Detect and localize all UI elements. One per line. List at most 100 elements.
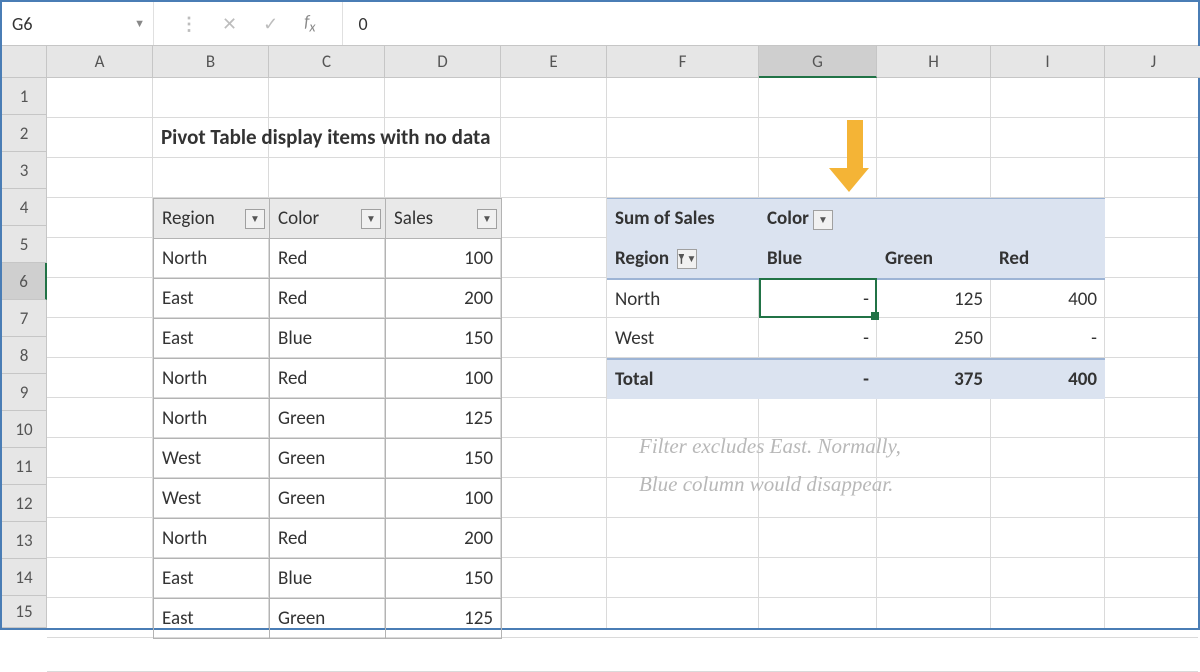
name-box[interactable]: G6 ▼ xyxy=(2,2,154,45)
cell-grid[interactable]: Pivot Table display items with no data R… xyxy=(47,78,1198,628)
table-cell[interactable]: Red xyxy=(270,239,386,279)
select-all-corner[interactable] xyxy=(2,46,47,78)
pivot-subheader-row: Region ▼ Blue Green Red xyxy=(607,239,1105,279)
pivot-total-row: Total - 375 400 xyxy=(607,359,1105,399)
table-row: NorthGreen125 xyxy=(154,399,502,439)
row-header-3[interactable]: 3 xyxy=(2,152,47,189)
pivot-value-label: Sum of Sales xyxy=(607,199,759,239)
table-cell[interactable]: Green xyxy=(270,599,386,639)
row-header-8[interactable]: 8 xyxy=(2,337,47,374)
chevron-down-icon[interactable]: ▼ xyxy=(134,17,145,30)
formula-value: 0 xyxy=(359,13,368,35)
table-cell[interactable]: Red xyxy=(270,519,386,559)
filter-dropdown-icon[interactable]: ▼ xyxy=(477,209,497,229)
name-box-value: G6 xyxy=(12,13,32,35)
table-cell[interactable]: 150 xyxy=(386,559,502,599)
row-header-12[interactable]: 12 xyxy=(2,485,47,522)
table-cell[interactable]: East xyxy=(154,559,270,599)
table-cell[interactable]: North xyxy=(154,399,270,439)
table-cell[interactable]: 100 xyxy=(386,479,502,519)
pivot-value: - xyxy=(759,319,877,359)
table-row: EastRed200 xyxy=(154,279,502,319)
row-header-9[interactable]: 9 xyxy=(2,374,47,411)
fx-icon[interactable]: fx xyxy=(304,11,315,35)
filter-dropdown-icon[interactable]: ▼ xyxy=(361,209,381,229)
table-cell[interactable]: Blue xyxy=(270,559,386,599)
row-header-13[interactable]: 13 xyxy=(2,522,47,559)
col-header-E[interactable]: E xyxy=(501,46,607,78)
chevron-down-icon[interactable]: ▼ xyxy=(813,210,833,230)
pivot-header-row: Sum of Sales Color▼ xyxy=(607,199,1105,239)
pivot-row: North - 125 400 xyxy=(607,279,1105,319)
table-cell[interactable]: East xyxy=(154,599,270,639)
table-cell[interactable]: 125 xyxy=(386,599,502,639)
table-cell[interactable]: 200 xyxy=(386,519,502,559)
row-header-1[interactable]: 1 xyxy=(2,78,47,115)
col-header-region[interactable]: Region▼ xyxy=(154,199,270,239)
table-cell[interactable]: Green xyxy=(270,399,386,439)
pivot-row-field[interactable]: Region ▼ xyxy=(607,239,759,279)
row-header-11[interactable]: 11 xyxy=(2,448,47,485)
pivot-row-label: North xyxy=(607,279,759,319)
col-header-A[interactable]: A xyxy=(47,46,153,78)
row-header-4[interactable]: 4 xyxy=(2,189,47,226)
row-header-2[interactable]: 2 xyxy=(2,115,47,152)
col-header-J[interactable]: J xyxy=(1105,46,1200,78)
table-cell[interactable]: 100 xyxy=(386,239,502,279)
col-header-color[interactable]: Color▼ xyxy=(270,199,386,239)
table-row: WestGreen150 xyxy=(154,439,502,479)
column-headers: ABCDEFGHIJ xyxy=(47,46,1200,78)
table-cell[interactable]: North xyxy=(154,239,270,279)
col-header-I[interactable]: I xyxy=(991,46,1105,78)
pivot-col-red: Red xyxy=(991,239,1105,279)
formula-input[interactable]: 0 xyxy=(343,2,1198,45)
table-cell[interactable]: North xyxy=(154,359,270,399)
row-header-14[interactable]: 14 xyxy=(2,559,47,596)
row-header-5[interactable]: 5 xyxy=(2,226,47,263)
table-cell[interactable]: 100 xyxy=(386,359,502,399)
table-cell[interactable]: Red xyxy=(270,279,386,319)
table-cell[interactable]: 200 xyxy=(386,279,502,319)
col-header-C[interactable]: C xyxy=(269,46,385,78)
col-header-B[interactable]: B xyxy=(153,46,269,78)
table-cell[interactable]: East xyxy=(154,319,270,359)
row-header-15[interactable]: 15 xyxy=(2,596,47,628)
table-row: EastBlue150 xyxy=(154,559,502,599)
row-header-6[interactable]: 6 xyxy=(2,263,47,300)
pivot-cell xyxy=(877,199,991,239)
table-cell[interactable]: West xyxy=(154,479,270,519)
col-header-G[interactable]: G xyxy=(759,46,877,78)
page-title: Pivot Table display items with no data xyxy=(161,124,490,150)
table-cell[interactable]: East xyxy=(154,279,270,319)
pivot-value: 125 xyxy=(877,279,991,319)
table-cell[interactable]: 150 xyxy=(386,439,502,479)
table-cell[interactable]: Red xyxy=(270,359,386,399)
filter-dropdown-icon[interactable]: ▼ xyxy=(245,209,265,229)
confirm-icon[interactable]: ✓ xyxy=(263,13,278,35)
table-row: NorthRed100 xyxy=(154,359,502,399)
table-row: EastBlue150 xyxy=(154,319,502,359)
table-row: NorthRed200 xyxy=(154,519,502,559)
pivot-row: West - 250 - xyxy=(607,319,1105,359)
row-header-7[interactable]: 7 xyxy=(2,300,47,337)
table-cell[interactable]: Green xyxy=(270,479,386,519)
col-header-sales[interactable]: Sales▼ xyxy=(386,199,502,239)
row-headers: 123456789101112131415 xyxy=(2,78,47,628)
pivot-col-field[interactable]: Color▼ xyxy=(759,199,877,239)
table-cell[interactable]: Blue xyxy=(270,319,386,359)
pivot-col-green: Green xyxy=(877,239,991,279)
col-header-F[interactable]: F xyxy=(607,46,759,78)
table-cell[interactable]: West xyxy=(154,439,270,479)
col-header-H[interactable]: H xyxy=(877,46,991,78)
pivot-total: - xyxy=(759,359,877,399)
table-cell[interactable]: 150 xyxy=(386,319,502,359)
pivot-table: Sum of Sales Color▼ Region ▼ Blue Green … xyxy=(607,198,1105,399)
col-header-D[interactable]: D xyxy=(385,46,501,78)
annotation-note: Filter excludes East. Normally, Blue col… xyxy=(639,428,901,504)
filter-active-icon[interactable]: ▼ xyxy=(677,249,697,269)
cancel-icon[interactable]: ✕ xyxy=(222,13,237,35)
row-header-10[interactable]: 10 xyxy=(2,411,47,448)
table-cell[interactable]: North xyxy=(154,519,270,559)
table-cell[interactable]: 125 xyxy=(386,399,502,439)
table-cell[interactable]: Green xyxy=(270,439,386,479)
